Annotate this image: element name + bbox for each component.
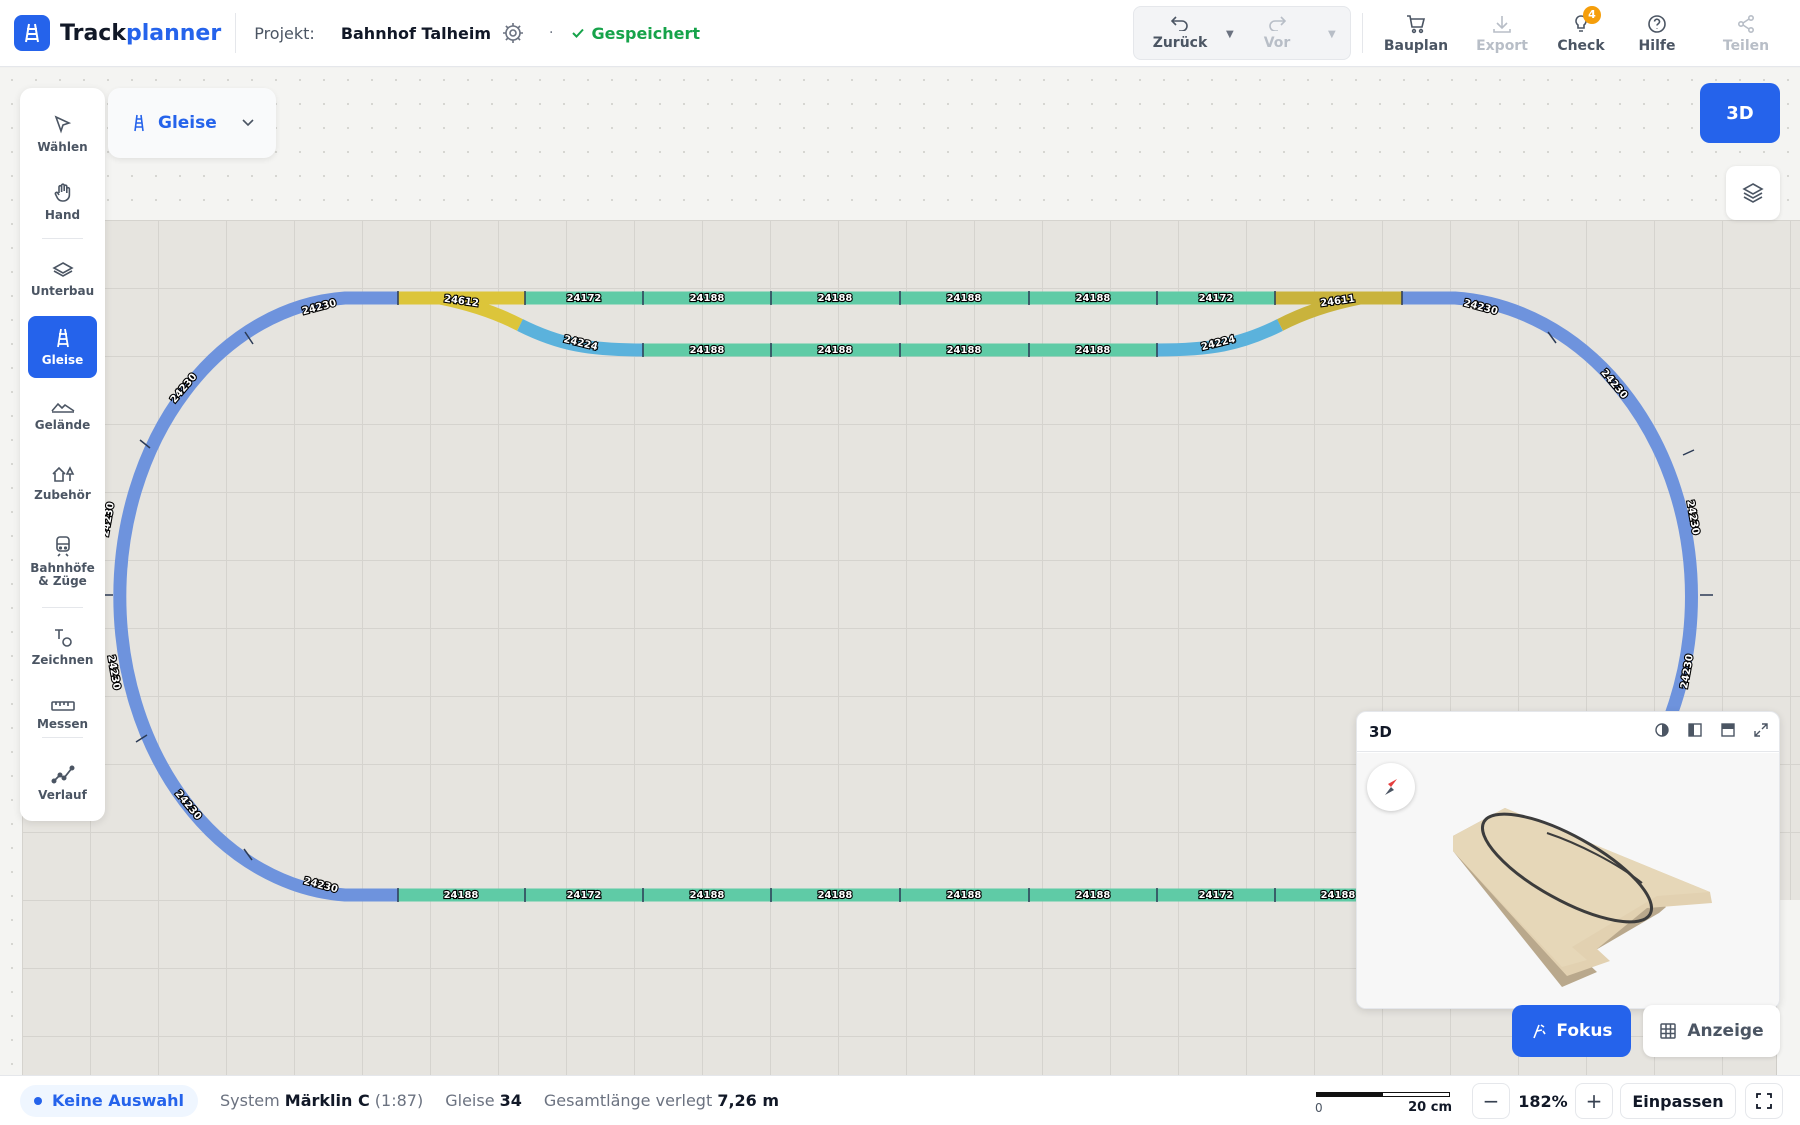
- tool-select[interactable]: Wählen: [28, 106, 97, 162]
- preview-title: 3D: [1369, 722, 1392, 741]
- dock-left-icon[interactable]: [1687, 722, 1703, 738]
- status-bar: Keine Auswahl System Märklin C (1:87) Gl…: [0, 1075, 1800, 1125]
- scale-bar: 0 20 cm: [1314, 1084, 1454, 1118]
- preview-3d-viewport[interactable]: [1357, 753, 1779, 1008]
- track-icon: [134, 114, 144, 132]
- tool-zeichnen[interactable]: Zeichnen: [28, 616, 97, 678]
- track-label: 24188: [690, 890, 725, 901]
- tool-unterbau[interactable]: Unterbau: [28, 248, 97, 310]
- track-label: 24172: [567, 890, 602, 901]
- terrain-icon: [50, 402, 74, 413]
- tool-zubehoer[interactable]: Zubehör: [28, 452, 97, 514]
- toolbar-divider: [42, 238, 83, 239]
- history-graph-icon: [50, 765, 74, 784]
- track-label: 24188: [690, 293, 725, 304]
- tool-gleise[interactable]: Gleise: [28, 316, 97, 378]
- zoom-out-button[interactable]: −: [1472, 1083, 1510, 1119]
- grid-icon: [1660, 1023, 1677, 1039]
- house-tree-icon: [51, 466, 74, 482]
- tool-hand[interactable]: Hand: [28, 174, 97, 230]
- track-label: 24188: [947, 890, 982, 901]
- track-label: 24172: [1199, 293, 1234, 304]
- track-label: 24188: [947, 345, 982, 356]
- total-length: Gesamtlänge verlegt 7,26 m: [543, 1091, 780, 1110]
- track-icon: [56, 328, 69, 348]
- track-label: 24172: [567, 293, 602, 304]
- selection-status: Keine Auswahl: [20, 1084, 199, 1117]
- status-dot-icon: [34, 1096, 42, 1105]
- fit-to-view-button[interactable]: Einpassen: [1620, 1083, 1736, 1119]
- fullscreen-icon: [1756, 1093, 1772, 1109]
- contrast-icon[interactable]: [1654, 722, 1670, 738]
- layers-icon: [1742, 183, 1764, 203]
- shapes-icon: [54, 629, 72, 647]
- track-label: 24188: [818, 293, 853, 304]
- tool-verlauf[interactable]: Verlauf: [28, 752, 97, 814]
- track-label: 24188: [444, 890, 479, 901]
- layers-base-icon: [51, 262, 74, 277]
- track-label: 24188: [1076, 293, 1111, 304]
- track-label: 24230: [173, 789, 204, 823]
- ruler-icon: [50, 701, 75, 711]
- chevron-down-icon: [242, 119, 254, 127]
- left-curve-track[interactable]: [113, 291, 398, 902]
- active-layer-label: Gleise: [158, 113, 217, 133]
- track-count: Gleise 34: [445, 1091, 522, 1110]
- track-label: 24188: [1076, 890, 1111, 901]
- dock-bottom-icon[interactable]: [1720, 722, 1736, 738]
- expand-icon[interactable]: [1753, 722, 1769, 738]
- train-icon: [55, 535, 70, 557]
- layers-button[interactable]: [1726, 166, 1780, 220]
- preview-3d-panel: 3D: [1356, 711, 1780, 1009]
- zoom-level: 182%: [1518, 1091, 1568, 1111]
- track-label: 24188: [1321, 890, 1356, 901]
- active-layer-select[interactable]: Gleise: [108, 88, 276, 158]
- fullscreen-button[interactable]: [1745, 1083, 1783, 1119]
- tool-gelaende[interactable]: Gelände: [28, 384, 97, 446]
- track-label: 24188: [818, 890, 853, 901]
- view-3d-button[interactable]: 3D: [1700, 83, 1780, 143]
- system-info: System Märklin C (1:87): [220, 1091, 424, 1110]
- toolbar-divider: [42, 737, 83, 738]
- toolbar-divider: [42, 607, 83, 608]
- track-label: 24188: [1076, 345, 1111, 356]
- tool-sidebar: Wählen Hand Unterbau Gleise Gelände Zube…: [20, 88, 105, 821]
- focus-icon: [1533, 1024, 1547, 1039]
- tool-bahnhoefe-zuege[interactable]: Bahnhöfe & Züge: [28, 520, 97, 602]
- zoom-in-button[interactable]: +: [1575, 1083, 1613, 1119]
- hand-icon: [54, 183, 70, 202]
- track-label: 24172: [1199, 890, 1234, 901]
- track-label: 24188: [947, 293, 982, 304]
- cursor-arrow-icon: [54, 115, 71, 134]
- focus-button[interactable]: Fokus: [1512, 1005, 1631, 1057]
- track-label: 24188: [690, 345, 725, 356]
- display-button[interactable]: Anzeige: [1643, 1005, 1780, 1057]
- track-label: 24188: [818, 345, 853, 356]
- preview-3d-model: [1453, 808, 1712, 987]
